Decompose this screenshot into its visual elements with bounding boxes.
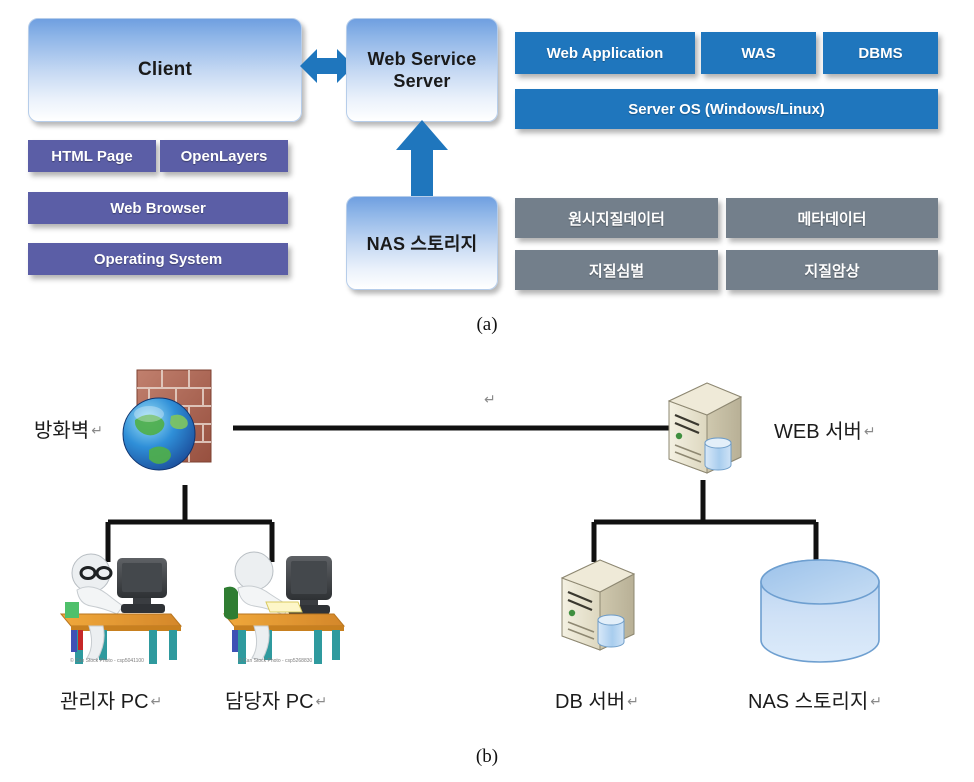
server-stack-label: WAS [741,44,776,62]
web-service-server-box[interactable]: Web Service Server [346,18,498,122]
nas-storage-label-mark: ↵ [870,693,883,709]
db-server-label-text: DB 서버 [555,691,626,713]
server-stack-item-web-application[interactable]: Web Application [515,32,695,74]
web-service-server-label-line1: Web Service [367,48,477,69]
db-server-label-mark: ↵ [627,693,639,709]
figure-b-network: ↵ 방화벽 ↵ WEB 서버 ↵ © Can Stock Photo - csp… [0,340,974,782]
figure-a-architecture: Client HTML Page OpenLayers Web Browser … [0,0,974,340]
nas-storage-label: NAS 스토리지 ↵ [748,685,882,714]
web-server-label-text: WEB 서버 [774,421,862,443]
data-stack-item-metadata[interactable]: 메타데이터 [726,198,938,238]
data-stack-label: 지질암상 [804,262,860,280]
server-stack-item-dbms[interactable]: DBMS [823,32,938,74]
data-stack-item-geology-symbol[interactable]: 지질심벌 [515,250,718,290]
web-server-label: WEB 서버 ↵ [774,415,876,444]
server-stack-label: DBMS [858,44,903,62]
web-service-server-label-line2: Server [393,71,451,91]
figure-b-caption: (b) [475,746,499,767]
client-stack-item-web-browser[interactable]: Web Browser [28,192,288,224]
firewall-label-mark: ↵ [91,422,103,438]
client-stack-label: Web Browser [110,199,206,217]
nas-storage-label: NAS 스토리지 [366,234,478,254]
client-stack-label: HTML Page [51,147,133,165]
db-server-label: DB 서버 ↵ [555,685,639,714]
firewall-label-text: 방화벽 [34,420,90,442]
client-stack-label: Operating System [93,250,223,268]
operator-pc-workstation-icon[interactable] [218,540,348,670]
operator-pc-label-text: 담당자 PC [225,691,314,713]
stray-paragraph-mark: ↵ [484,391,496,407]
nas-storage-label-text: NAS 스토리지 [748,691,869,713]
server-stack-label: Web Application [546,44,664,62]
nas-to-server-arrow [396,120,448,196]
web-server-label-mark: ↵ [863,423,876,439]
web-server-tower-icon[interactable] [655,375,755,485]
figure-a-caption: (a) [476,314,498,335]
operator-pc-label-mark: ↵ [315,693,328,709]
operator-pc-label: 담당자 PC ↵ [225,685,327,714]
client-box-label: Client [138,59,192,80]
server-stack-item-server-os[interactable]: Server OS (Windows/Linux) [515,89,938,129]
data-stack-label: 원시지질데이터 [568,210,665,228]
db-server-tower-icon[interactable] [548,552,648,662]
nas-storage-cylinder-icon[interactable] [755,558,885,668]
server-stack-label: Server OS (Windows/Linux) [628,100,825,118]
admin-pc-label: 관리자 PC ↵ [60,685,162,714]
admin-pc-workstation-icon[interactable] [55,540,185,670]
operator-pc-watermark: © Can Stock Photo - csp5268830 [238,658,313,664]
data-stack-item-geology-lithofacies[interactable]: 지질암상 [726,250,938,290]
client-stack-item-operating-system[interactable]: Operating System [28,243,288,275]
server-stack-item-was[interactable]: WAS [701,32,816,74]
client-stack-item-openlayers[interactable]: OpenLayers [160,140,288,172]
client-stack-label: OpenLayers [180,147,268,165]
admin-pc-label-mark: ↵ [150,693,163,709]
data-stack-label: 지질심벌 [588,262,645,280]
firewall-globe-icon[interactable] [113,362,223,482]
nas-storage-box[interactable]: NAS 스토리지 [346,196,498,290]
data-stack-item-raw-geology-data[interactable]: 원시지질데이터 [515,198,718,238]
admin-pc-label-text: 관리자 PC [60,691,149,713]
firewall-label: 방화벽 ↵ [34,414,103,443]
client-box[interactable]: Client [28,18,302,122]
admin-pc-watermark: © Can Stock Photo - csp5041100 [70,658,144,664]
client-stack-item-html-page[interactable]: HTML Page [28,140,156,172]
data-stack-label: 메타데이터 [797,210,867,228]
